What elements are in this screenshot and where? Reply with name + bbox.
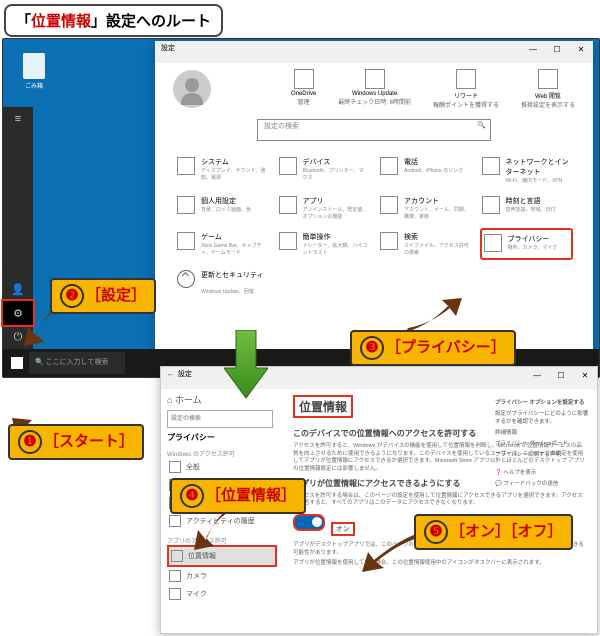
menu-icon[interactable]: ≡ [3,107,33,131]
privacy-content: 位置情報 このデバイスでの位置情報へのアクセスを許可する アクセスを許可すると、… [283,389,597,607]
sidebar-search[interactable] [167,410,273,428]
minimize-icon[interactable]: — [525,367,549,385]
settings-category[interactable]: アプリアンインストール、既定値、オプションの機能 [277,192,371,224]
avatar [173,70,211,108]
settings-category[interactable]: 簡単操作ナレーター、拡大鏡、ハイコントラスト [277,228,371,260]
settings-search[interactable]: 設定の検索 [257,119,491,141]
header-link[interactable]: Windows Update最終チェック日時: 6時間前 [338,69,411,109]
cat-update[interactable]: 更新とセキュリティWindows Update、回復 [155,262,593,303]
recycle-bin[interactable]: ごみ箱 [17,53,51,90]
maximize-icon[interactable]: ☐ [549,367,573,385]
callout-3: ❸［プライバシー］ [350,330,516,366]
settings-category[interactable]: 個人用設定背景、ロック画面、色 [175,192,269,224]
settings-category[interactable]: アカウントアカウント、メール、同期、職場、家族 [378,192,472,224]
callout-5: ❺［オン］［オフ］ [414,514,573,550]
page-title: 「位置情報」設定へのルート [4,4,223,37]
heading-location: 位置情報 [293,395,353,418]
settings-category[interactable]: 時刻と言語音声認識、地域、日付 [480,192,574,224]
callout-2: ❷［設定］ [50,278,156,314]
settings-category[interactable]: デバイスBluetooth、プリンター、マウス [277,153,371,188]
maximize-icon[interactable]: ☐ [545,41,569,59]
header-link[interactable]: Web 閲覧推奨設定を表示する [521,69,575,109]
minimize-icon[interactable]: — [521,41,545,59]
header-link[interactable]: リワード報酬ポイントを獲得する [433,69,499,109]
related-links: プライバシー オプションを設定する 設定がプライバシーにどのように影響するかを確… [495,395,591,490]
window-titlebar: 設定 —☐✕ [155,41,593,63]
settings-window: 設定 —☐✕ OneDrive管理 Windows Update最終チェック日時:… [155,41,593,353]
location-toggle[interactable] [293,514,325,531]
header-link[interactable]: OneDrive管理 [291,69,316,109]
settings-category[interactable]: ネットワークとインターネットWi-Fi、機内モード、VPN [480,153,574,188]
callout-4: ❹［位置情報］ [170,478,306,514]
close-icon[interactable]: ✕ [569,41,593,59]
settings-category[interactable]: プライバシー場所、カメラ、マイク [480,228,574,260]
sidebar-item[interactable]: 全般 [167,458,277,476]
desktop: ごみ箱 ≡ 👤 ⚙ ⏻ 設定 —☐✕ OneDrive管理Windows Upd… [2,38,600,378]
settings-category[interactable]: 検索マイファイル、アクセス許可の検索 [378,228,472,260]
settings-category[interactable]: 電話Android、iPhone のリンク [378,153,472,188]
sidebar-item[interactable]: マイク [167,585,277,603]
toggle-label: オン [331,522,355,536]
settings-category[interactable]: ゲームXbox Game Bar、キャプチャ、ゲームモード [175,228,269,260]
sidebar-item[interactable]: カメラ [167,567,277,585]
settings-category[interactable]: システムディスプレイ、サウンド、通知、電源 [175,153,269,188]
callout-1: ❶［スタート］ [8,424,144,460]
close-icon[interactable]: ✕ [573,367,597,385]
flow-arrow-icon [224,330,268,405]
